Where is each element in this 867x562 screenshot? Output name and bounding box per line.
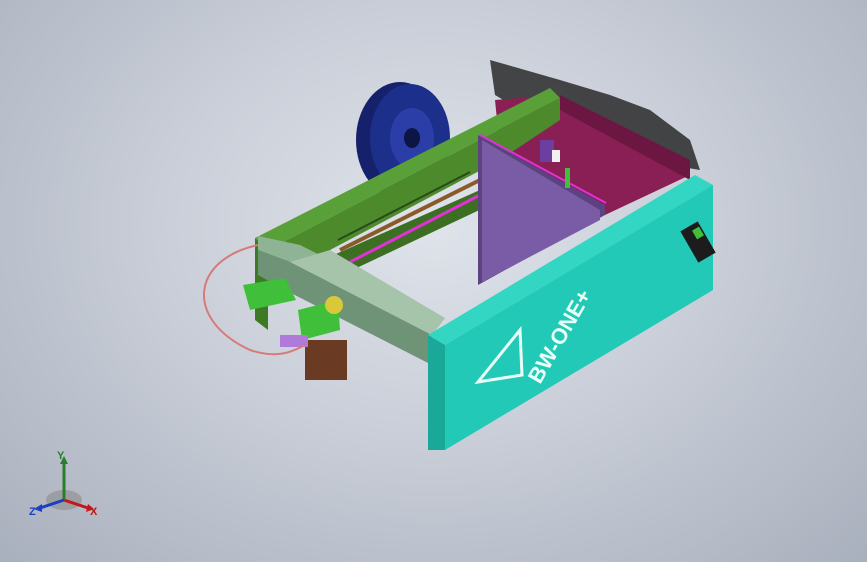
z-axis-label: Z [29,506,36,518]
printer-3d-model[interactable]: BW-ONE+ [0,0,867,562]
y-axis-label: Y [57,450,65,462]
x-axis-label: X [90,506,98,518]
cad-viewport[interactable]: BW-ONE+ Y X Z [0,0,867,562]
